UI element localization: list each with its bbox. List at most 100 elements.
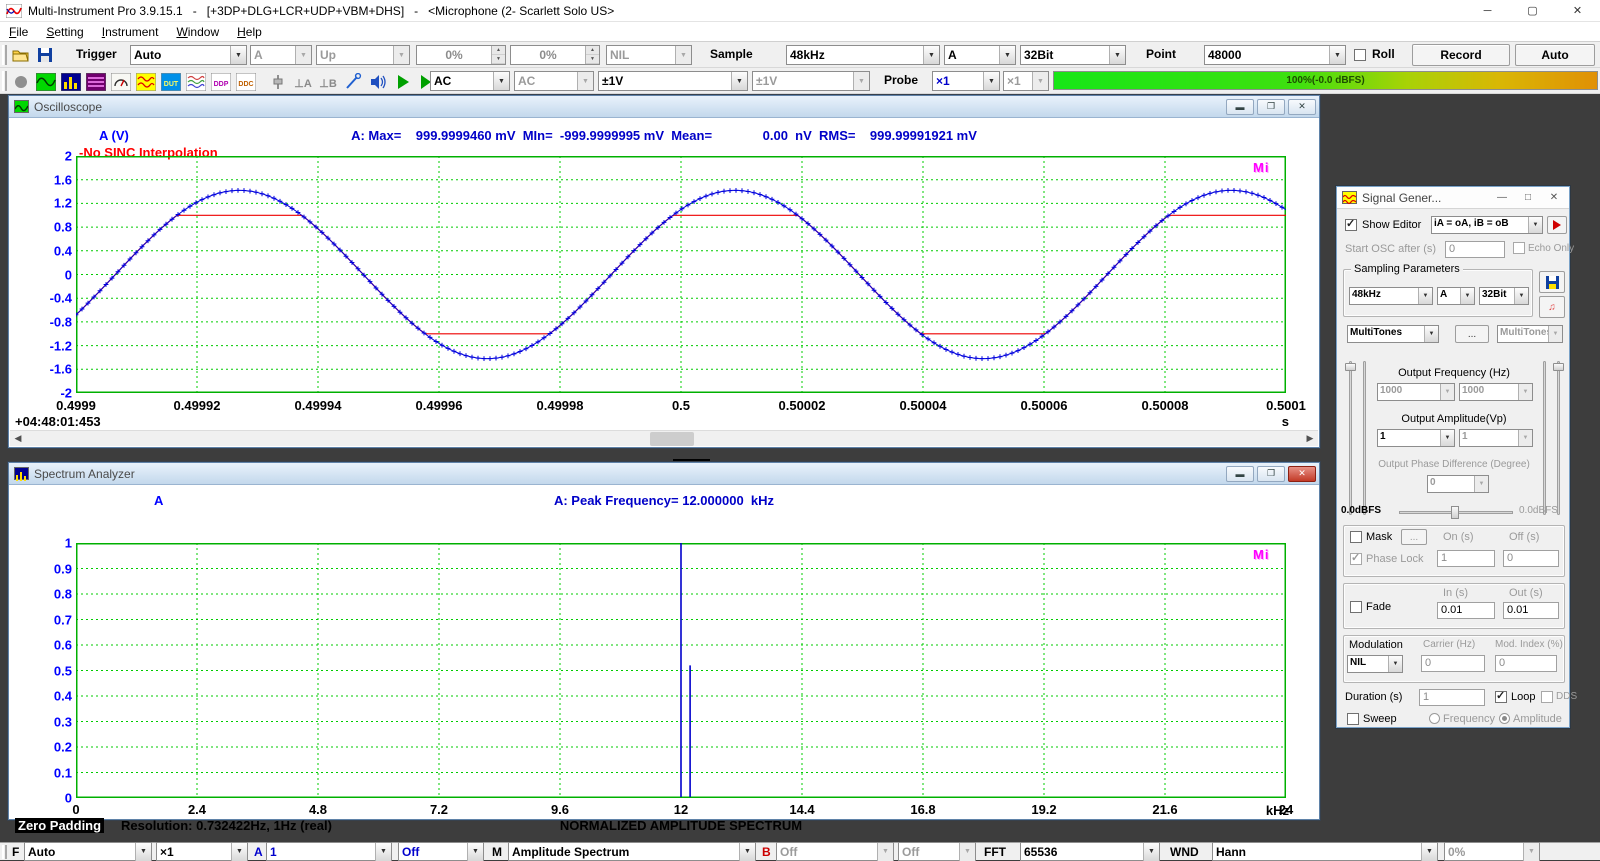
maximize-button[interactable]: ▢: [1510, 0, 1555, 22]
generator-bits-select[interactable]: 32Bit▼: [1479, 287, 1529, 305]
auto-button[interactable]: Auto: [1515, 44, 1595, 66]
minimize-button[interactable]: —: [1491, 190, 1513, 206]
sample-rate-select[interactable]: 48kHz▼: [786, 45, 940, 65]
waveform-b-select: MultiTones▼: [1497, 325, 1563, 343]
scroll-left-icon[interactable]: ◀: [10, 431, 26, 447]
statusbar-grip[interactable]: [2, 845, 7, 859]
record-icon[interactable]: [9, 71, 33, 93]
fade-checkbox[interactable]: [1350, 601, 1362, 613]
level-a-slider-track[interactable]: [1349, 361, 1352, 515]
restore-button[interactable]: ❐: [1257, 466, 1285, 482]
multimeter-icon[interactable]: [109, 71, 133, 93]
open-file-button[interactable]: [9, 44, 33, 66]
device-test-plan-icon[interactable]: DUT: [159, 71, 183, 93]
oscilloscope-icon[interactable]: [34, 71, 58, 93]
generator-run-button[interactable]: [1547, 216, 1567, 234]
loop-checkbox[interactable]: [1495, 691, 1507, 703]
range-a-select[interactable]: ±1V▼: [598, 71, 748, 91]
sample-bits-select[interactable]: 32Bit▼: [1020, 45, 1126, 65]
a-persistence-select[interactable]: Off▼: [398, 842, 484, 861]
minimize-button[interactable]: ▬: [1226, 99, 1254, 115]
menu-item-window[interactable]: Window: [167, 23, 228, 41]
close-button[interactable]: ✕: [1288, 466, 1316, 482]
level-a2-slider-track[interactable]: [1363, 361, 1366, 515]
trigger-level-spinner[interactable]: 0% ▲▼: [416, 45, 506, 65]
generator-sample-rate-select[interactable]: 48kHz▼: [1349, 287, 1433, 305]
close-button[interactable]: ✕: [1555, 0, 1600, 22]
level-b2-slider-track[interactable]: [1543, 361, 1546, 515]
spectrum-plot[interactable]: [76, 543, 1286, 798]
spectrum-analyzer-icon[interactable]: [59, 71, 83, 93]
signal-generator-titlebar[interactable]: Signal Gener... — □ ✕: [1337, 187, 1569, 209]
fade-out-input[interactable]: 0.01: [1503, 602, 1559, 619]
mod-index-input[interactable]: 0: [1495, 655, 1557, 672]
minimize-button[interactable]: ─: [1465, 0, 1510, 22]
fft-size-select[interactable]: 65536▼: [1020, 842, 1160, 861]
coupling-a-select[interactable]: AC▼: [430, 71, 510, 91]
probe-calibration-icon[interactable]: [341, 71, 365, 93]
signal-generator-icon[interactable]: [134, 71, 158, 93]
minimize-button[interactable]: ▬: [1226, 466, 1254, 482]
save-signal-button[interactable]: [1539, 271, 1565, 293]
generator-channel-select[interactable]: A▼: [1437, 287, 1475, 305]
mask-on-input[interactable]: 1: [1437, 550, 1495, 567]
trigger-delay-spinner[interactable]: 0% ▲▼: [510, 45, 600, 65]
probe-a-select[interactable]: ×1▼: [932, 71, 1000, 91]
start-osc-input[interactable]: 0: [1445, 241, 1505, 258]
measurement-mode-select[interactable]: Amplitude Spectrum▼: [508, 842, 756, 861]
play-note-button[interactable]: ♫: [1539, 296, 1565, 318]
toolbar-grip[interactable]: [2, 71, 7, 91]
level-b-slider-track[interactable]: [1557, 361, 1560, 515]
a-scale-select[interactable]: 1▼: [266, 842, 392, 861]
oscilloscope-titlebar[interactable]: Oscilloscope ▬ ❐ ✕: [9, 96, 1319, 118]
close-button[interactable]: ✕: [1543, 190, 1565, 206]
sample-channel-select[interactable]: A▼: [944, 45, 1016, 65]
trigger-mode-select[interactable]: Auto▼: [130, 45, 247, 65]
toolbar-grip[interactable]: [2, 45, 7, 65]
save-button[interactable]: [33, 44, 57, 66]
scrollbar-thumb[interactable]: [650, 432, 694, 446]
spectrum-3d-plot-icon[interactable]: [84, 71, 108, 93]
mask-off-input[interactable]: 0: [1503, 550, 1559, 567]
window-function-select[interactable]: Hann▼: [1212, 842, 1438, 861]
show-editor-checkbox[interactable]: [1345, 219, 1357, 231]
waveform-a-select[interactable]: MultiTones▼: [1347, 325, 1439, 343]
frequency-mult-select[interactable]: ×1▼: [156, 842, 248, 861]
oscilloscope-hscrollbar[interactable]: ◀ ▶: [10, 430, 1318, 446]
carrier-input[interactable]: 0: [1421, 655, 1485, 672]
waveform-more-button[interactable]: ...: [1455, 325, 1489, 343]
ddp-viewer-icon[interactable]: DDP: [209, 71, 233, 93]
roll-checkbox[interactable]: [1354, 49, 1366, 61]
scroll-right-icon[interactable]: ▶: [1302, 431, 1318, 447]
maximize-button[interactable]: □: [1517, 190, 1539, 206]
duration-input[interactable]: 1: [1419, 689, 1485, 706]
spectrum-titlebar[interactable]: Spectrum Analyzer ▬ ❐ ✕: [9, 463, 1319, 485]
restore-button[interactable]: ❐: [1257, 99, 1285, 115]
chevron-down-icon: ▼: [231, 843, 247, 861]
modulation-select[interactable]: NIL▼: [1347, 655, 1403, 673]
input-fader-icon[interactable]: [266, 71, 290, 93]
sound-output-icon[interactable]: [366, 71, 390, 93]
close-button[interactable]: ✕: [1288, 99, 1316, 115]
chevron-down-icon: ▼: [1460, 288, 1474, 304]
record-button[interactable]: Record: [1412, 44, 1510, 66]
menu-item-help[interactable]: Help: [228, 23, 271, 41]
menu-item-setting[interactable]: Setting: [37, 23, 92, 41]
menu-item-file[interactable]: File: [0, 23, 37, 41]
data-logger-icon[interactable]: [184, 71, 208, 93]
menu-item-instrument[interactable]: Instrument: [93, 23, 168, 41]
point-count-select[interactable]: 48000▼: [1204, 45, 1346, 65]
oscilloscope-plot[interactable]: [76, 156, 1286, 393]
routing-select[interactable]: iA = oA, iB = oB▼: [1431, 216, 1543, 234]
trigger-edge-select: Up▼: [316, 45, 410, 65]
ddc-icon[interactable]: DDC: [234, 71, 258, 93]
sweep-checkbox[interactable]: [1347, 713, 1359, 725]
ground-a-icon[interactable]: ⊥A: [291, 71, 315, 93]
run-icon[interactable]: [391, 71, 415, 93]
ground-b-icon[interactable]: ⊥B: [316, 71, 340, 93]
fade-in-input[interactable]: 0.01: [1437, 602, 1495, 619]
amplitude-a-select[interactable]: 1▼: [1377, 429, 1455, 447]
balance-slider-handle[interactable]: [1451, 506, 1459, 519]
frequency-mode-select[interactable]: Auto▼: [24, 842, 152, 861]
mask-checkbox[interactable]: [1350, 531, 1362, 543]
